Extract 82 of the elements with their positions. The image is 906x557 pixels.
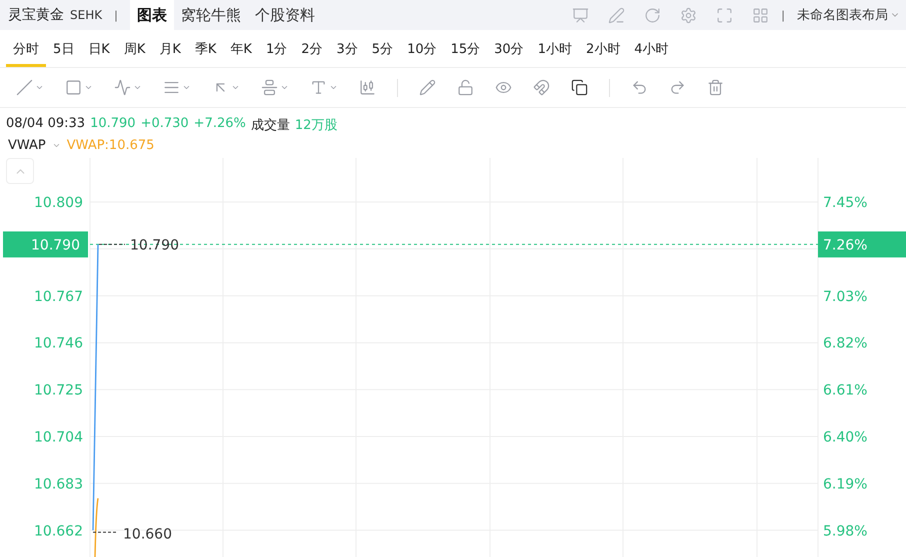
percent-axis-label: 6.61% bbox=[823, 382, 868, 399]
last-price-label: 10.790 bbox=[31, 237, 80, 254]
percent-axis-label: 6.19% bbox=[823, 476, 868, 492]
low-price-label: 10.660 bbox=[123, 526, 172, 542]
percent-axis-label: 6.40% bbox=[823, 430, 868, 446]
percent-axis-label: 7.03% bbox=[823, 288, 868, 305]
rectangle-tool-icon[interactable] bbox=[65, 79, 82, 96]
lines-tool-icon[interactable] bbox=[163, 79, 180, 96]
undo-icon[interactable] bbox=[631, 79, 648, 96]
layout-dropdown[interactable]: 未命名图表布局 bbox=[797, 6, 888, 24]
stock-name: 灵宝黄金 bbox=[8, 6, 64, 24]
price-axis-label: 10.662 bbox=[34, 523, 83, 540]
text-tool-icon[interactable] bbox=[310, 79, 327, 96]
exchange-label: SEHK bbox=[70, 8, 102, 22]
percent-axis-label: 6.82% bbox=[823, 336, 868, 352]
line-tool-icon[interactable] bbox=[16, 79, 33, 96]
caret-icon[interactable] bbox=[35, 83, 44, 92]
price-axis-label: 10.683 bbox=[34, 476, 83, 492]
price-axis-label: 10.809 bbox=[34, 195, 83, 211]
refresh-icon[interactable] bbox=[644, 6, 662, 24]
copy-icon[interactable] bbox=[571, 79, 588, 96]
period-tab[interactable]: 周K bbox=[116, 30, 152, 67]
period-tab[interactable]: 2小时 bbox=[578, 30, 628, 67]
quote-change: +0.730 bbox=[140, 116, 189, 132]
period-tab[interactable]: 分时 bbox=[6, 30, 46, 67]
period-tab[interactable]: 5分 bbox=[364, 30, 400, 67]
caret-icon[interactable] bbox=[182, 83, 191, 92]
period-tab[interactable]: 年K bbox=[223, 30, 259, 67]
price-axis-label: 10.704 bbox=[34, 430, 83, 446]
quote-price: 10.790 bbox=[90, 116, 136, 132]
tab[interactable]: 图表 bbox=[130, 0, 174, 30]
vwap-line bbox=[94, 498, 99, 557]
redo-icon[interactable] bbox=[669, 79, 686, 96]
pencil-icon[interactable] bbox=[419, 79, 436, 96]
quote-percent: +7.26% bbox=[194, 116, 246, 132]
settings-icon[interactable] bbox=[680, 6, 698, 24]
caret-icon[interactable] bbox=[84, 83, 93, 92]
period-tab[interactable]: 日K bbox=[81, 30, 117, 67]
divider-glyph: | bbox=[781, 8, 785, 22]
measure-tool-icon[interactable] bbox=[261, 79, 278, 96]
price-axis-label: 10.725 bbox=[34, 382, 83, 399]
low-marker bbox=[92, 532, 118, 533]
trash-icon[interactable] bbox=[707, 79, 724, 96]
percent-axis-label: 5.98% bbox=[823, 523, 868, 540]
indicator-name[interactable]: VWAP bbox=[8, 138, 46, 152]
caret-icon[interactable] bbox=[329, 83, 338, 92]
volume-value: 12万股 bbox=[294, 117, 338, 132]
price-axis-label: 10.746 bbox=[34, 336, 83, 352]
period-tab[interactable]: 1分 bbox=[258, 30, 294, 67]
eye-icon[interactable] bbox=[495, 79, 512, 96]
high-marker bbox=[98, 244, 126, 245]
tab[interactable]: 窝轮牛熊 bbox=[174, 0, 248, 30]
period-tab[interactable]: 15分 bbox=[444, 30, 488, 67]
candlestick-icon[interactable] bbox=[359, 79, 376, 96]
period-tab[interactable]: 30分 bbox=[487, 30, 531, 67]
period-tab[interactable]: 月K bbox=[152, 30, 188, 67]
volume-label: 成交量 bbox=[250, 117, 290, 132]
period-tab[interactable]: 3分 bbox=[330, 30, 365, 67]
last-percent-label: 7.26% bbox=[823, 237, 868, 254]
price-axis-label: 10.767 bbox=[34, 288, 83, 305]
tab[interactable]: 个股资料 bbox=[248, 0, 322, 30]
period-tab[interactable]: 5日 bbox=[46, 30, 82, 67]
caret-icon[interactable] bbox=[231, 83, 240, 92]
pen-icon[interactable] bbox=[608, 6, 626, 24]
period-tab[interactable]: 4小时 bbox=[627, 30, 676, 67]
indicator-value: VWAP:10.675 bbox=[66, 138, 154, 152]
percent-axis-label: 7.45% bbox=[823, 195, 868, 211]
high-price-label: 10.790 bbox=[130, 237, 179, 254]
caret-icon[interactable] bbox=[133, 83, 142, 92]
wave-tool-icon[interactable] bbox=[114, 79, 131, 96]
fullscreen-icon[interactable] bbox=[716, 6, 734, 24]
caret-icon[interactable] bbox=[280, 83, 289, 92]
period-tab[interactable]: 2分 bbox=[294, 30, 330, 67]
divider-glyph: | bbox=[114, 8, 118, 22]
period-tab[interactable]: 1小时 bbox=[530, 30, 579, 67]
period-tab[interactable]: 季K bbox=[188, 30, 224, 67]
grid-icon[interactable] bbox=[752, 6, 770, 24]
period-tab[interactable]: 10分 bbox=[400, 30, 444, 67]
chart-screen-icon[interactable] bbox=[572, 6, 590, 24]
magnet-icon[interactable] bbox=[533, 79, 550, 96]
quote-time: 08/04 09:33 bbox=[6, 116, 86, 132]
unlock-icon[interactable] bbox=[457, 79, 474, 96]
